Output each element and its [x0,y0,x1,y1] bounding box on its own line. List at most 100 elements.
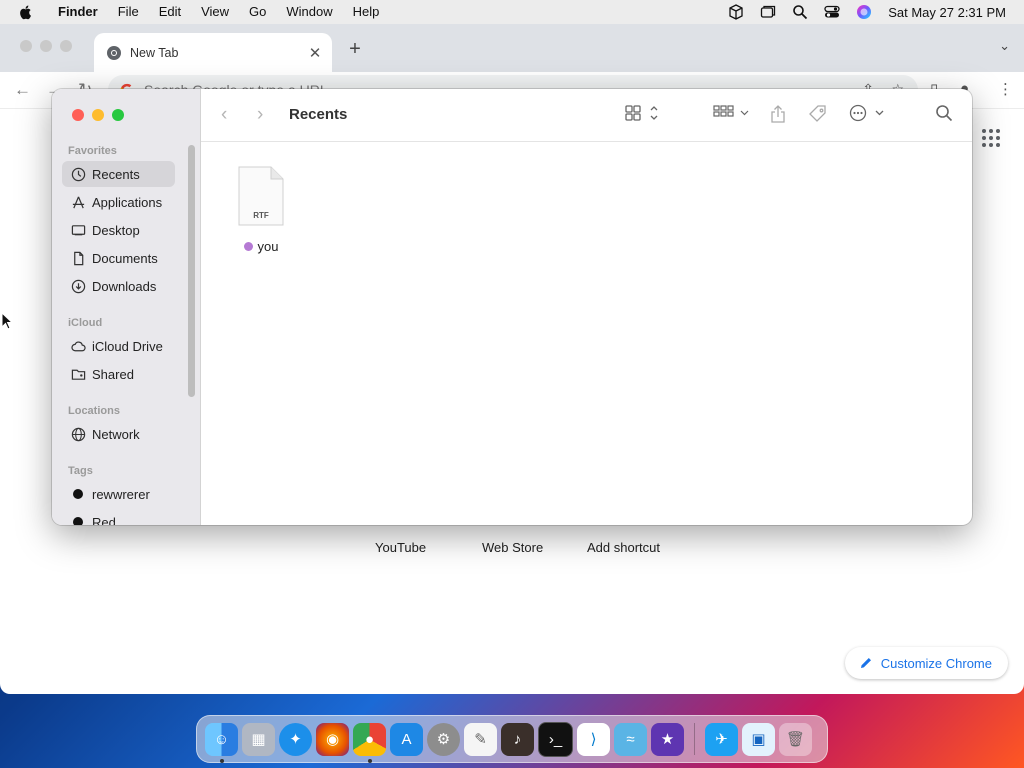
dock-terminal[interactable]: ›_ [538,721,573,757]
sidebar-item-network[interactable]: Network [62,421,175,447]
finder-close-button[interactable] [72,109,84,121]
window-icon[interactable] [760,4,776,20]
icon-view-toggle-icon[interactable] [625,104,659,122]
sidebar-item-downloads[interactable]: Downloads [62,273,175,299]
dock-preview[interactable]: ▣ [742,722,775,756]
tab-new-tab[interactable]: New Tab ✕ [94,33,332,72]
dock-launchpad[interactable]: ▦ [242,722,275,756]
tab-title: New Tab [130,45,179,60]
control-center-icon[interactable] [824,4,840,20]
sidebar-item-label: Recents [92,166,140,182]
sidebar-item-shared[interactable]: Shared [62,361,175,387]
sidebar-scrollbar[interactable] [188,145,195,397]
back-arrow-icon[interactable]: ← [14,80,31,100]
menu-app-name[interactable]: Finder [48,0,108,24]
shortcut-add[interactable]: Add shortcut [587,540,660,555]
finder-window: Favorites Recents Applications Desktop D… [52,89,972,525]
dock: ☺ ▦ ✦ ◉ ● A ⚙ ✎ ♪ ›_ ⟩ ≈ ★ ✈ ▣ 🗑 [196,715,828,763]
sidebar-header-icloud: iCloud [68,317,103,329]
rtf-document-icon: RTF [238,166,284,226]
download-icon [70,278,86,294]
sidebar-item-label: Shared [92,366,134,382]
sidebar-header-locations: Locations [68,405,120,417]
chrome-minimize-button[interactable] [40,40,52,52]
mouse-cursor-icon [1,312,13,330]
chrome-logo-icon [107,45,121,60]
finder-minimize-button[interactable] [92,109,104,121]
sidebar-item-label: Red [92,514,116,526]
sidebar-item-desktop[interactable]: Desktop [62,217,175,243]
finder-sidebar: Favorites Recents Applications Desktop D… [52,89,201,525]
dock-trash[interactable]: 🗑 [779,722,812,756]
tab-strip: New Tab ✕ + ⌄ [0,24,1024,72]
spotlight-icon[interactable] [792,4,808,20]
file-item[interactable]: RTF you [233,166,289,254]
more-actions-icon[interactable] [849,104,885,122]
shortcut-web-store[interactable]: Web Store [482,540,543,555]
siri-icon[interactable] [856,4,872,20]
dock-garageband[interactable]: ♪ [501,722,534,756]
finder-share-icon[interactable] [769,104,787,124]
sidebar-item-icloud-drive[interactable]: iCloud Drive [62,333,175,359]
menu-view[interactable]: View [191,0,239,24]
finder-forward-icon[interactable]: › [257,104,263,126]
more-menu-icon[interactable]: ⋮ [998,80,1013,98]
tab-close-icon[interactable]: ✕ [304,42,326,64]
group-by-icon[interactable] [713,104,751,122]
chrome-zoom-button[interactable] [60,40,72,52]
file-type-label: RTF [253,211,269,220]
menu-file[interactable]: File [108,0,149,24]
google-apps-icon[interactable] [981,128,1001,148]
shortcut-row: YouTube Web Store Add shortcut [0,540,1024,560]
dock-system-settings[interactable]: ⚙ [427,722,460,756]
sidebar-item-documents[interactable]: Documents [62,245,175,271]
menu-go[interactable]: Go [239,0,276,24]
dock-dolphin[interactable]: ≈ [614,722,647,756]
tab-search-chevron-icon[interactable]: ⌄ [999,38,1010,54]
sidebar-item-label: rewwrerer [92,486,150,502]
menu-bar: Finder File Edit View Go Window Help Sat… [0,0,1024,24]
applications-icon [70,194,86,210]
customize-chrome-label: Customize Chrome [880,655,992,671]
menu-edit[interactable]: Edit [149,0,191,24]
dock-safari[interactable]: ✦ [279,722,312,756]
shortcut-youtube[interactable]: YouTube [375,540,426,555]
finder-back-icon[interactable]: ‹ [221,104,227,126]
apple-menu-icon[interactable] [18,4,34,20]
dock-app-store[interactable]: A [390,722,423,756]
tag-color-dot [73,517,83,525]
customize-chrome-button[interactable]: Customize Chrome [844,647,1008,679]
sidebar-header-favorites: Favorites [68,145,117,157]
menu-help[interactable]: Help [343,0,390,24]
menu-window[interactable]: Window [276,0,342,24]
sidebar-tag-red[interactable]: Red [62,509,175,525]
file-tag-dot [243,242,253,251]
sidebar-tag-rewwrerer[interactable]: rewwrerer [62,481,175,507]
dock-firefox[interactable]: ◉ [316,722,349,756]
dock-finder[interactable]: ☺ [205,722,238,763]
dock-vscode[interactable]: ⟩ [577,722,610,756]
sidebar-item-label: Desktop [92,222,140,238]
sidebar-item-applications[interactable]: Applications [62,189,175,215]
sidebar-header-tags: Tags [68,465,93,477]
box-icon[interactable] [728,4,744,20]
dock-chrome[interactable]: ● [353,722,386,763]
finder-search-icon[interactable] [935,104,953,122]
chrome-close-button[interactable] [20,40,32,52]
menubar-clock[interactable]: Sat May 27 2:31 PM [888,5,1006,20]
document-icon [70,250,86,266]
new-tab-icon[interactable]: + [344,38,366,61]
cloud-icon [70,338,86,354]
dock-imovie[interactable]: ★ [651,722,684,756]
sidebar-item-label: Documents [92,250,158,266]
dock-twitter[interactable]: ✈ [705,722,738,756]
finder-zoom-button[interactable] [112,109,124,121]
chrome-window-controls [20,40,72,52]
sidebar-item-recents[interactable]: Recents [62,161,175,187]
tag-color-dot [73,489,83,499]
tag-icon[interactable] [808,104,828,124]
sidebar-item-label: Network [92,426,140,442]
desktop-icon [70,222,86,238]
dock-textedit[interactable]: ✎ [464,722,497,756]
finder-toolbar: ‹ › Recents [201,89,972,142]
